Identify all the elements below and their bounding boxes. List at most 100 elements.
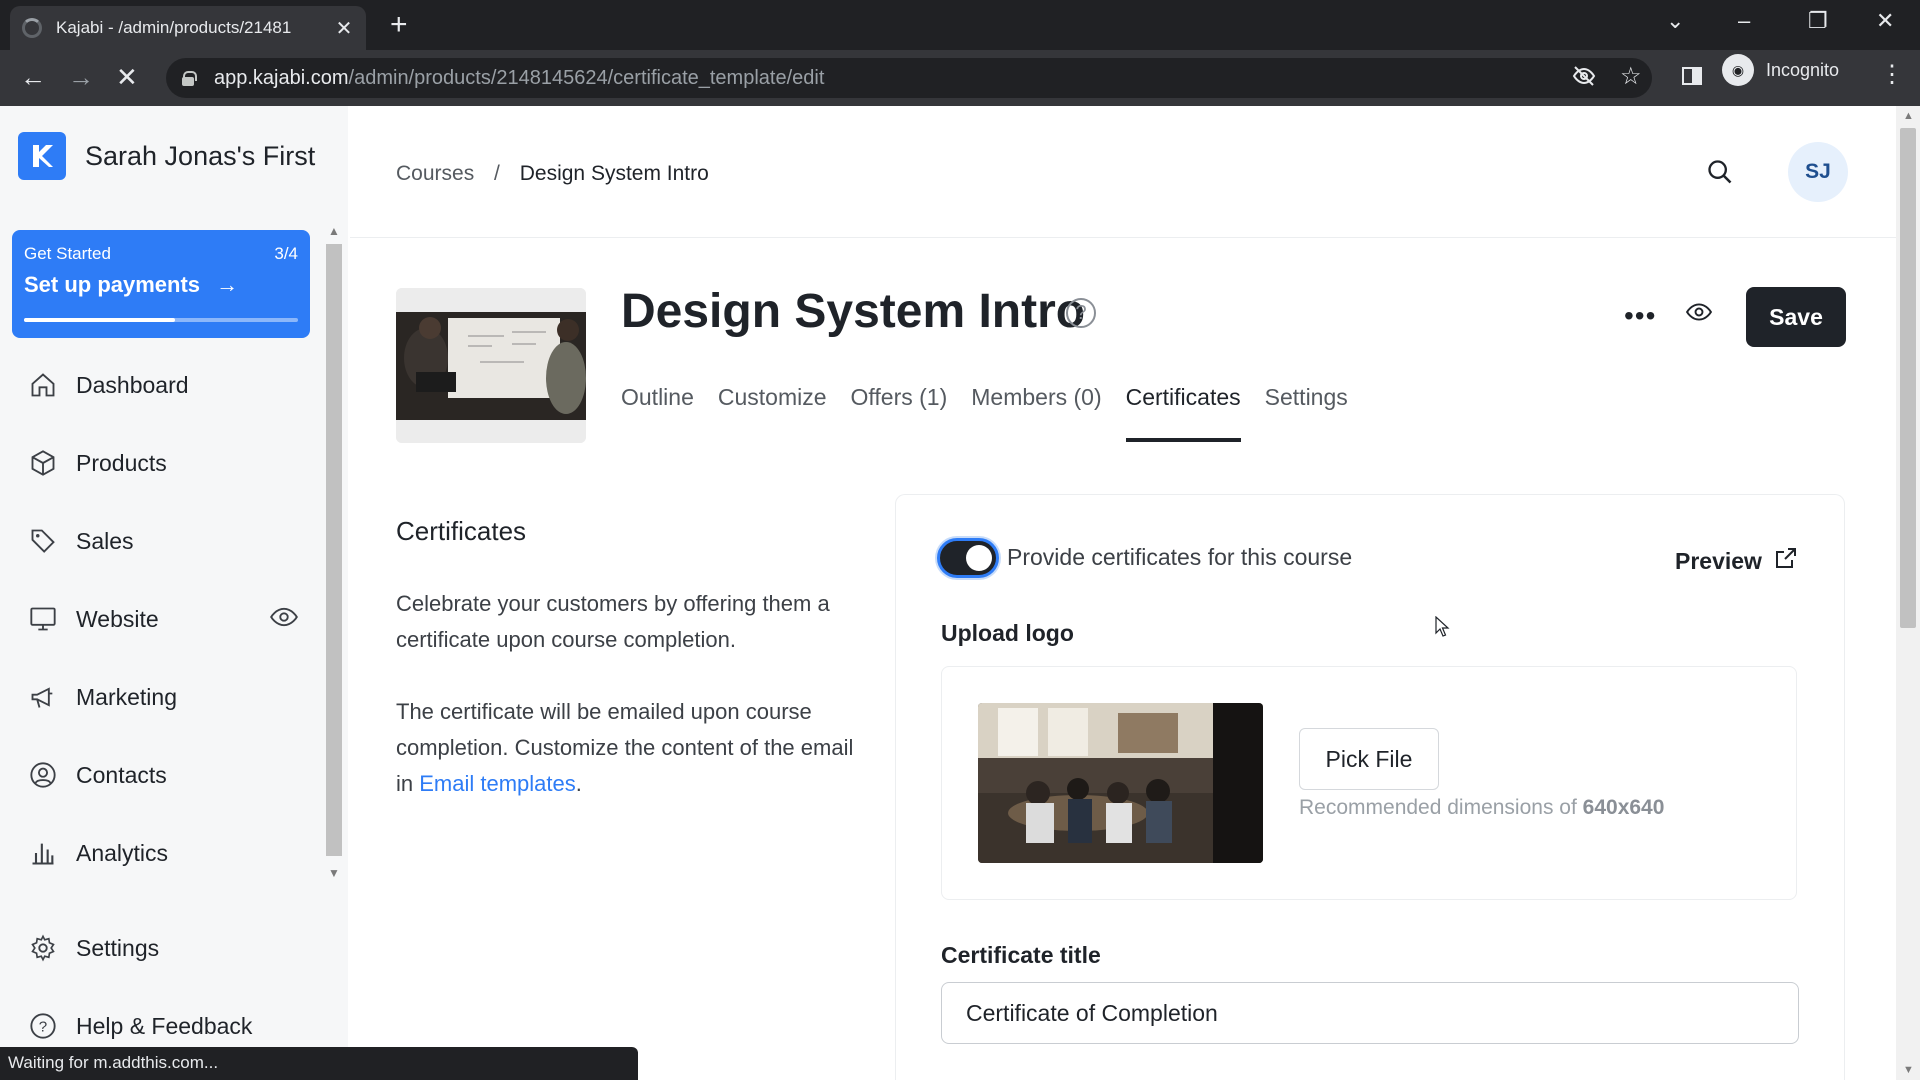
sidebar-item-label: Contacts — [76, 761, 167, 788]
provide-certificates-toggle[interactable] — [937, 538, 999, 578]
provide-certificates-label[interactable]: Provide certificates for this course — [1007, 544, 1352, 571]
sidebar-item-marketing[interactable]: Marketing — [28, 658, 298, 736]
sidebar-item-label: Products — [76, 449, 167, 476]
sidebar-item-dashboard[interactable]: Dashboard — [28, 346, 298, 424]
help-circle-icon: ? — [28, 1011, 58, 1041]
preview-eye-icon[interactable] — [1685, 302, 1713, 327]
sidebar-scrollbar[interactable]: ▲ ▼ — [324, 222, 344, 882]
sidebar-item-label: Marketing — [76, 683, 177, 710]
question-help-icon[interactable]: ? — [1066, 298, 1096, 328]
uploaded-logo-image[interactable] — [978, 703, 1263, 863]
setup-progress-bar — [24, 318, 298, 322]
certificate-title-input[interactable] — [941, 982, 1799, 1044]
scroll-up-icon[interactable]: ▲ — [328, 224, 340, 238]
certificates-email-note: The certificate will be emailed upon cou… — [396, 694, 876, 802]
upload-logo-label: Upload logo — [941, 620, 1074, 646]
email-templates-link[interactable]: Email templates — [419, 771, 576, 796]
pick-file-button[interactable]: Pick File — [1299, 728, 1439, 790]
restore-icon[interactable]: ❐ — [1808, 8, 1828, 34]
external-link-icon — [1774, 546, 1798, 576]
recommended-dimensions-value: 640x640 — [1582, 796, 1665, 819]
incognito-icon: ◉ — [1722, 54, 1754, 86]
address-bar: ← → ✕ app.kajabi.com/admin/products/2148… — [0, 50, 1920, 106]
breadcrumb-courses[interactable]: Courses — [396, 162, 474, 185]
bookmark-star-icon[interactable]: ☆ — [1620, 62, 1642, 91]
setup-progress-fill — [24, 318, 175, 322]
save-button[interactable]: Save — [1746, 287, 1846, 347]
sidebar-item-website[interactable]: Website — [28, 580, 298, 658]
new-tab-icon[interactable]: + — [390, 10, 408, 40]
arrow-right-icon: → — [216, 272, 239, 297]
monitor-icon — [28, 604, 58, 634]
setup-action-label: Set up payments — [24, 272, 201, 297]
tab-members[interactable]: Members (0) — [971, 384, 1101, 442]
sidebar-item-label: Dashboard — [76, 371, 189, 398]
home-icon — [28, 370, 58, 400]
breadcrumb-current: Design System Intro — [519, 162, 709, 185]
sidebar-item-sales[interactable]: Sales — [28, 502, 298, 580]
brand-name: Sarah Jonas's First — [85, 140, 316, 171]
preview-link[interactable]: Preview — [1675, 546, 1798, 576]
minimize-icon[interactable]: – — [1738, 8, 1750, 34]
tab-search-icon[interactable]: ⌄ — [1666, 8, 1684, 34]
page-scroll-down-icon[interactable]: ▼ — [1903, 1064, 1914, 1076]
url-input[interactable]: app.kajabi.com/admin/products/2148145624… — [166, 58, 1652, 98]
website-preview-eye-icon[interactable] — [270, 606, 298, 634]
recommended-dimensions: Recommended dimensions of 640x640 — [1299, 796, 1664, 820]
email-note-suffix: . — [575, 771, 582, 796]
tab-offers[interactable]: Offers (1) — [851, 384, 948, 442]
incognito-profile[interactable]: ◉ Incognito — [1722, 54, 1839, 86]
tab-customize[interactable]: Customize — [718, 384, 827, 442]
close-tab-icon[interactable]: ✕ — [334, 16, 354, 41]
megaphone-icon — [28, 682, 58, 712]
mouse-cursor-icon — [1435, 615, 1451, 643]
browser-tab-title: Kajabi - /admin/products/21481 — [56, 18, 292, 37]
search-icon[interactable] — [1706, 158, 1734, 191]
sidebar: Sarah Jonas's First Get Started 3/4 Set … — [0, 106, 348, 1080]
tag-icon — [28, 526, 58, 556]
brand[interactable]: Sarah Jonas's First — [18, 132, 315, 180]
certificate-title-label: Certificate title — [941, 942, 1101, 968]
sidebar-item-label: Settings — [76, 934, 160, 961]
tab-certificates[interactable]: Certificates — [1125, 384, 1241, 442]
page-scroll-up-icon[interactable]: ▲ — [1903, 110, 1914, 122]
sidebar-item-contacts[interactable]: Contacts — [28, 736, 298, 814]
product-tabs: Outline Customize Offers (1) Members (0)… — [621, 384, 1372, 442]
avatar[interactable]: SJ — [1788, 142, 1848, 202]
page-scrollbar[interactable]: ▲ ▼ — [1896, 106, 1920, 1080]
side-panel-icon[interactable] — [1680, 64, 1704, 95]
more-options-icon[interactable]: ••• — [1624, 300, 1656, 332]
scroll-down-icon[interactable]: ▼ — [328, 866, 340, 880]
tab-settings[interactable]: Settings — [1265, 384, 1348, 442]
page-scroll-thumb[interactable] — [1900, 128, 1916, 628]
box-icon — [28, 448, 58, 478]
back-icon[interactable]: ← — [20, 62, 46, 93]
window-close-icon[interactable]: ✕ — [1876, 8, 1894, 34]
sidebar-item-analytics[interactable]: Analytics — [28, 814, 298, 892]
page-title: Design System Intro — [621, 285, 1086, 338]
product-thumbnail[interactable] — [396, 288, 586, 443]
preview-label: Preview — [1675, 547, 1762, 574]
recommended-dimensions-text: Recommended dimensions of — [1299, 796, 1577, 819]
breadcrumb-separator: / — [494, 162, 500, 185]
sidebar-item-label: Sales — [76, 527, 134, 554]
browser-tab[interactable]: Kajabi - /admin/products/21481 ✕ — [10, 6, 366, 50]
browser-menu-icon[interactable]: ⋮ — [1880, 60, 1904, 89]
eye-slash-icon[interactable] — [1572, 64, 1596, 94]
sidebar-scroll-thumb[interactable] — [326, 244, 342, 856]
sidebar-item-settings[interactable]: Settings — [28, 909, 298, 987]
lock-icon — [182, 71, 197, 86]
certificates-description: Celebrate your customers by offering the… — [396, 591, 830, 652]
loading-spinner-icon — [22, 18, 42, 38]
sidebar-nav: Dashboard Products Sales Website Marketi… — [28, 346, 298, 1065]
tab-outline[interactable]: Outline — [621, 384, 694, 442]
forward-icon[interactable]: → — [68, 62, 94, 93]
profile-label: Incognito — [1766, 59, 1840, 80]
stop-loading-icon[interactable]: ✕ — [116, 62, 138, 93]
browser-status-text: Waiting for m.addthis.com... — [0, 1047, 638, 1080]
svg-text:?: ? — [39, 1018, 47, 1035]
sidebar-item-products[interactable]: Products — [28, 424, 298, 502]
setup-progress-text: 3/4 — [274, 244, 298, 263]
toggle-knob — [966, 545, 992, 571]
get-started-card[interactable]: Get Started 3/4 Set up payments → — [12, 230, 310, 338]
